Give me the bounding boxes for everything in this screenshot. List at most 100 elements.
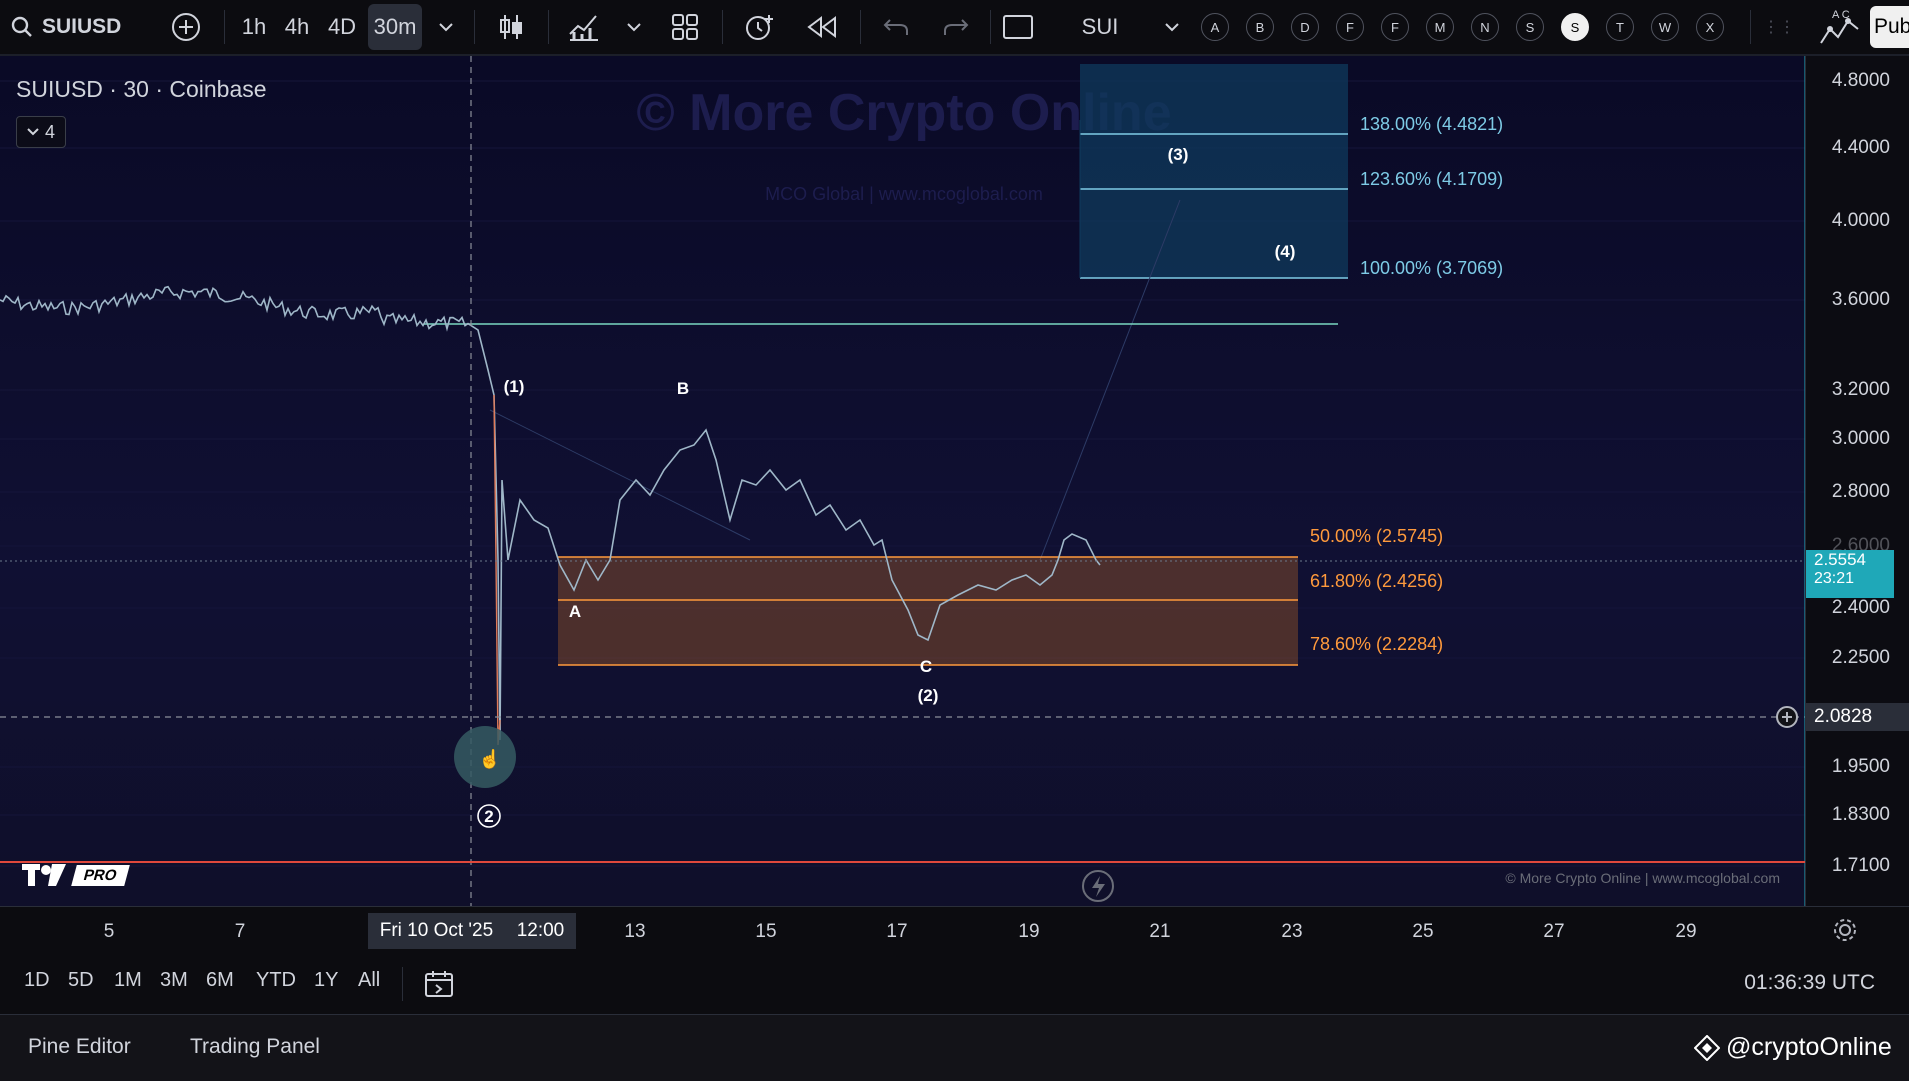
chart-type-button[interactable] (494, 0, 528, 54)
indicators-dropdown[interactable] (624, 0, 644, 54)
replay-button[interactable] (804, 0, 840, 54)
chevron-down-icon (627, 23, 641, 32)
last-price-badge: 2.5554 23:21 (1806, 550, 1894, 598)
wave-label: (2) (918, 686, 939, 705)
tab-trading-panel[interactable]: Trading Panel (190, 1035, 320, 1059)
cursor-hand-icon: ☝ (479, 748, 501, 770)
fib-retracement-box[interactable] (558, 557, 1298, 665)
range-button-3m[interactable]: 3M (160, 969, 188, 992)
crosshair-time-badge: Fri 10 Oct '25 12:00 (368, 913, 576, 949)
crosshair-time: 12:00 (516, 920, 565, 941)
goto-date-button[interactable] (424, 969, 456, 1004)
watchlist-letter-4[interactable]: F (1381, 13, 1409, 41)
gear-icon (1834, 919, 1856, 941)
fib-lower-label: 78.60% (2.2284) (1310, 634, 1443, 654)
price-tick-label: 3.6000 (1831, 289, 1890, 310)
time-axis[interactable]: 5 7 13 15 17 19 21 23 25 27 29 Fri 10 Oct '25 12:0… (0, 906, 1909, 955)
watchlist-letter-0[interactable]: A (1201, 13, 1229, 41)
grid-layout-icon (672, 14, 698, 40)
time-tick-label: 21 (1149, 921, 1171, 942)
compare-add-button[interactable] (168, 0, 204, 54)
separator (402, 967, 403, 1001)
watchlist-letter-8[interactable]: S (1561, 13, 1589, 41)
time-tick-label: 5 (103, 921, 115, 942)
interval-4h[interactable]: 4h (279, 0, 315, 54)
range-button-5d[interactable]: 5D (68, 969, 94, 992)
fib-upper-label: 100.00% (3.7069) (1360, 258, 1503, 278)
chevron-down-icon (439, 23, 453, 32)
chevron-down-icon (1165, 23, 1179, 32)
wave-label: B (677, 379, 689, 398)
undo-icon (883, 19, 908, 35)
range-button-1y[interactable]: 1Y (314, 969, 338, 992)
price-axis[interactable]: 4.8000 4.4000 4.0000 3.6000 3.2000 3.0000 2.80… (1805, 56, 1909, 906)
fib-lower-label: 61.80% (2.4256) (1310, 571, 1443, 591)
candles-icon (500, 15, 522, 39)
interval-dropdown[interactable] (434, 0, 458, 54)
range-button-all[interactable]: All (358, 969, 380, 992)
layout-button[interactable] (668, 0, 702, 54)
time-tick-label: 15 (755, 921, 777, 942)
indicator-toggle[interactable]: 4 (16, 116, 66, 148)
watchlist-letter-3[interactable]: F (1336, 13, 1364, 41)
indicators-button[interactable] (566, 0, 602, 54)
range-button-ytd[interactable]: YTD (256, 969, 296, 992)
time-tick-label: 25 (1412, 921, 1434, 942)
add-alert-plus-icon[interactable] (1776, 706, 1798, 728)
range-button-1d[interactable]: 1D (24, 969, 50, 992)
tab-pine-editor[interactable]: Pine Editor (28, 1035, 131, 1059)
watchlist-letter-2[interactable]: D (1291, 13, 1319, 41)
alerts-panel-button[interactable]: A C (1818, 0, 1862, 54)
range-bar: 1D 5D 1M 3M 6M YTD 1Y All 01:36:39 UTC (0, 955, 1909, 1013)
utc-clock[interactable]: 01:36:39 UTC (1744, 971, 1875, 995)
wave-label: C (920, 657, 932, 676)
price-tick-label: 1.8300 (1831, 804, 1890, 825)
interval-4d[interactable]: 4D (323, 0, 361, 54)
redo-icon (944, 19, 969, 35)
fullscreen-button[interactable] (1000, 0, 1036, 54)
publish-button[interactable]: Pub (1870, 6, 1909, 48)
trend-guide-line-2 (489, 409, 751, 541)
fib-upper-label: 138.00% (4.4821) (1360, 114, 1503, 134)
price-tick-label: 2.2500 (1831, 647, 1890, 668)
symbol-search[interactable]: SUIUSD (10, 0, 130, 54)
watchlist-letter-5[interactable]: M (1426, 13, 1454, 41)
symbol-name: SUIUSD (42, 15, 122, 38)
range-button-1m[interactable]: 1M (114, 969, 142, 992)
crosshair-date: Fri 10 Oct '25 (379, 920, 494, 941)
watchlist-letter-10[interactable]: W (1651, 13, 1679, 41)
tv-logo-icon (22, 864, 66, 886)
watchlist-dropdown[interactable] (1160, 0, 1184, 54)
interval-30m-active[interactable]: 30m (368, 4, 422, 50)
chart-canvas[interactable]: © More Crypto Online MCO Global | www.mc… (0, 56, 1805, 906)
price-tick-label: 4.0000 (1831, 210, 1890, 231)
watchlist-letter-7[interactable]: S (1516, 13, 1544, 41)
chart-title: SUIUSD · 30 · Coinbase (16, 76, 267, 102)
watchlist-letter-6[interactable]: N (1471, 13, 1499, 41)
fib-upper-label: 123.60% (4.1709) (1360, 169, 1503, 189)
interval-1h[interactable]: 1h (236, 0, 272, 54)
watchlist-symbol[interactable]: SUI (1070, 0, 1130, 54)
binance-icon (1694, 1034, 1720, 1061)
price-tick-label: 3.2000 (1831, 379, 1890, 400)
chart-settings-button[interactable] (1832, 917, 1858, 948)
chart-pane[interactable]: © More Crypto Online MCO Global | www.mc… (0, 56, 1805, 906)
undo-button[interactable] (878, 0, 914, 54)
redo-button[interactable] (938, 0, 974, 54)
separator (1750, 10, 1751, 44)
price-tick-label: 3.0000 (1831, 428, 1890, 449)
range-button-6m[interactable]: 6M (206, 969, 234, 992)
time-tick-label: 23 (1281, 921, 1303, 942)
watchlist-letter-9[interactable]: T (1606, 13, 1634, 41)
add-circle-icon (172, 13, 200, 41)
drag-handle-icon[interactable]: ⋮⋮ (1763, 0, 1795, 54)
fib-extension-box[interactable] (1080, 64, 1348, 278)
watchlist-letter-11[interactable]: X (1696, 13, 1724, 41)
time-tick-label: 17 (886, 921, 908, 942)
watchlist-letter-1[interactable]: B (1246, 13, 1274, 41)
separator (860, 10, 861, 44)
separator (474, 10, 475, 44)
wave-label: (4) (1275, 242, 1296, 261)
price-tick-label: 1.7100 (1831, 855, 1890, 876)
alert-button[interactable] (740, 0, 780, 54)
